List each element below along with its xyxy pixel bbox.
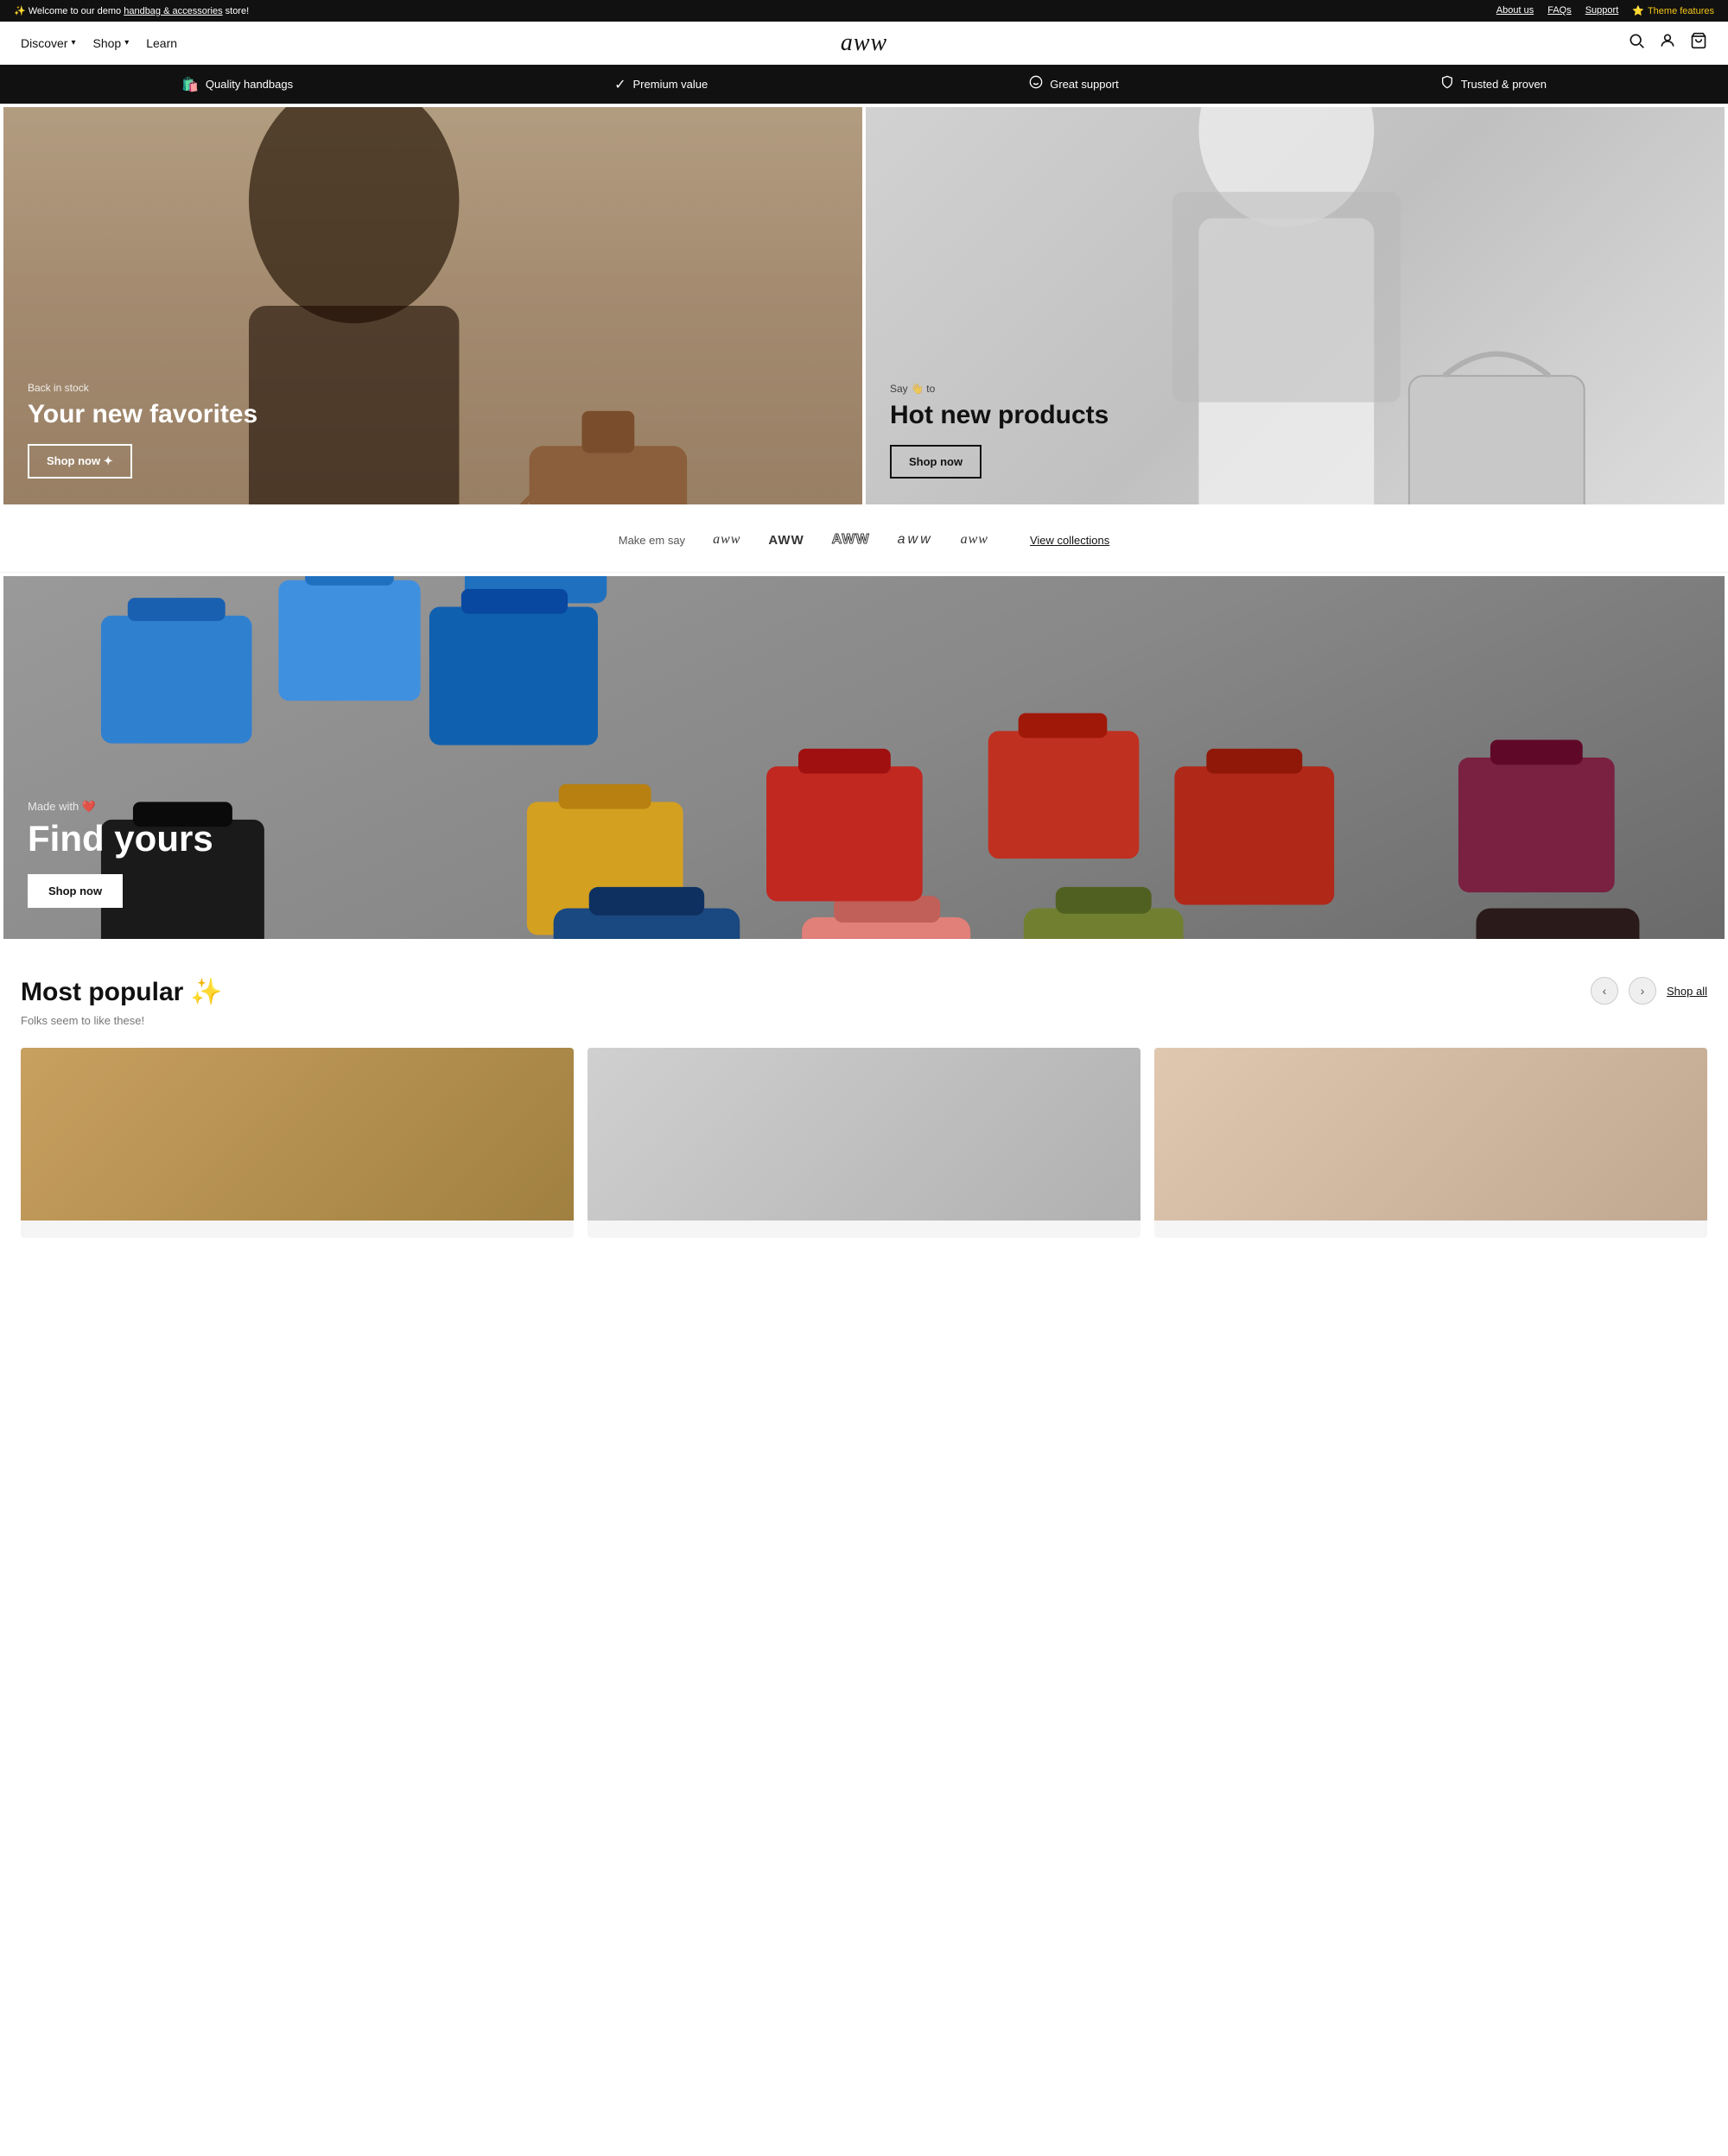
check-icon: ✓ xyxy=(614,76,626,93)
section-title-group: Most popular ✨ xyxy=(21,977,223,1007)
hero-right: Say 👋 to Hot new products Shop now xyxy=(866,107,1725,504)
big-banner: Made with ❤️ Find yours Shop now xyxy=(3,576,1725,939)
cart-icon[interactable] xyxy=(1690,32,1707,54)
announcement-text: ✨ Welcome to our demo handbag & accessor… xyxy=(14,5,249,16)
brands-label: Make em say xyxy=(619,534,685,547)
feature-bar: 🛍️ Quality handbags ✓ Premium value Grea… xyxy=(0,65,1728,104)
brand-logo-5: aww xyxy=(961,532,988,548)
feature-quality: 🛍️ Quality handbags xyxy=(181,76,293,93)
section-header: Most popular ✨ ‹ › Shop all xyxy=(21,977,1707,1007)
hero-right-eyebrow: Say 👋 to xyxy=(890,383,1700,395)
section-title: Most popular xyxy=(21,978,183,1007)
brand-logo-3: AWW xyxy=(832,532,870,548)
hero-grid: Back in stock Your new favorites Shop no… xyxy=(3,107,1725,504)
brand-logo-1: aww xyxy=(713,532,740,548)
product-grid xyxy=(21,1048,1707,1238)
product-image-1 xyxy=(21,1048,574,1221)
star-icon: ⭐ xyxy=(1632,5,1644,16)
feature-support-label: Great support xyxy=(1050,78,1119,91)
sparkle-icon: ✨ xyxy=(190,977,222,1007)
main-nav: Discover Shop Learn xyxy=(21,36,177,50)
search-icon[interactable] xyxy=(1628,32,1645,54)
product-image-3 xyxy=(1154,1048,1707,1221)
hero-left-title: Your new favorites xyxy=(28,399,838,430)
smile-icon xyxy=(1029,75,1043,93)
section-nav: ‹ › Shop all xyxy=(1591,977,1707,1005)
nav-learn[interactable]: Learn xyxy=(146,36,177,50)
announcement-links: About us FAQs Support ⭐ Theme features xyxy=(1496,5,1714,16)
shield-icon xyxy=(1440,75,1454,93)
banner-title: Find yours xyxy=(28,819,213,859)
nav-shop[interactable]: Shop xyxy=(93,36,130,50)
hero-right-title: Hot new products xyxy=(890,400,1700,431)
product-card-1[interactable] xyxy=(21,1048,574,1238)
faqs-link[interactable]: FAQs xyxy=(1547,5,1572,16)
shop-all-link[interactable]: Shop all xyxy=(1667,985,1707,998)
handbag-icon: 🛍️ xyxy=(181,76,199,93)
support-link[interactable]: Support xyxy=(1585,5,1619,16)
announcement-bar: ✨ Welcome to our demo handbag & accessor… xyxy=(0,0,1728,22)
view-collections-link[interactable]: View collections xyxy=(1030,534,1109,547)
about-link[interactable]: About us xyxy=(1496,5,1534,16)
theme-features-link[interactable]: ⭐ Theme features xyxy=(1632,5,1714,16)
most-popular-section: Most popular ✨ ‹ › Shop all Folks seem t… xyxy=(0,942,1728,1255)
feature-trusted-label: Trusted & proven xyxy=(1461,78,1547,91)
product-card-2[interactable] xyxy=(588,1048,1140,1238)
feature-value: ✓ Premium value xyxy=(614,76,708,93)
banner-background xyxy=(3,576,1725,939)
header: Discover Shop Learn aww xyxy=(0,22,1728,65)
hero-left: Back in stock Your new favorites Shop no… xyxy=(3,107,862,504)
product-card-3[interactable] xyxy=(1154,1048,1707,1238)
section-subtitle: Folks seem to like these! xyxy=(21,1014,1707,1027)
banner-eyebrow: Made with ❤️ xyxy=(28,800,213,814)
site-logo[interactable]: aww xyxy=(841,29,887,57)
hero-left-content: Back in stock Your new favorites Shop no… xyxy=(28,382,838,479)
account-icon[interactable] xyxy=(1659,32,1676,54)
next-arrow[interactable]: › xyxy=(1629,977,1656,1005)
product-image-2 xyxy=(588,1048,1140,1221)
header-icons xyxy=(1628,32,1707,54)
feature-support: Great support xyxy=(1029,75,1119,93)
prev-arrow[interactable]: ‹ xyxy=(1591,977,1618,1005)
banner-content: Made with ❤️ Find yours Shop now xyxy=(28,800,213,908)
banner-cta[interactable]: Shop now xyxy=(28,874,123,908)
hero-left-eyebrow: Back in stock xyxy=(28,382,838,394)
hero-right-content: Say 👋 to Hot new products Shop now xyxy=(890,383,1700,479)
feature-value-label: Premium value xyxy=(633,78,708,91)
feature-quality-label: Quality handbags xyxy=(206,78,293,91)
brand-logo-2: AWW xyxy=(768,533,804,548)
announcement-link[interactable]: handbag & accessories xyxy=(124,6,222,16)
nav-discover[interactable]: Discover xyxy=(21,36,76,50)
hero-right-cta[interactable]: Shop now xyxy=(890,445,982,479)
feature-trusted: Trusted & proven xyxy=(1440,75,1547,93)
brand-logo-4: aww xyxy=(898,532,933,548)
hero-left-cta[interactable]: Shop now ✦ xyxy=(28,444,132,479)
brands-bar: Make em say aww AWW AWW aww aww View col… xyxy=(0,508,1728,573)
